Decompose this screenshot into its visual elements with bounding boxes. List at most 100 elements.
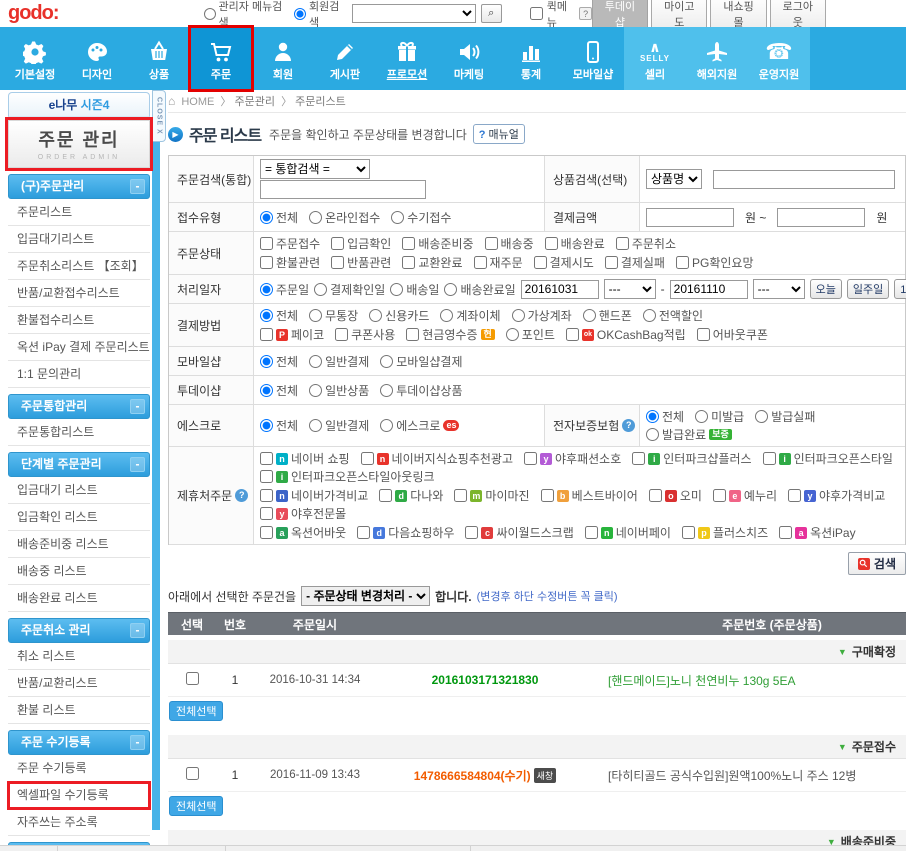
radio-option[interactable]: 배송일 — [390, 281, 439, 298]
radio-input[interactable] — [512, 309, 525, 322]
checkbox-option[interactable]: a옥션iPay — [779, 524, 855, 541]
radio-option[interactable]: 수기접수 — [391, 209, 451, 226]
check-input[interactable] — [465, 526, 478, 539]
radio-option[interactable]: 계좌이체 — [440, 307, 500, 324]
radio-input[interactable] — [440, 309, 453, 322]
check-input[interactable] — [545, 237, 558, 250]
radio-input[interactable] — [260, 309, 273, 322]
text-input[interactable] — [260, 180, 426, 199]
radio-option[interactable]: 일반상품 — [309, 382, 369, 399]
checkbox-option[interactable]: i인터파크샵플러스 — [632, 450, 751, 467]
help-icon[interactable]: ? — [235, 489, 248, 502]
quick-menu-checkbox[interactable] — [530, 7, 543, 20]
radio-input[interactable] — [380, 355, 393, 368]
check-input[interactable] — [616, 237, 629, 250]
sidebar-item[interactable]: 주문취소리스트 【조회】 — [8, 253, 150, 280]
select[interactable]: 상품명 — [646, 169, 702, 189]
order-number-link[interactable]: 1478666584804(수기) — [414, 769, 531, 783]
sidebar-section-header[interactable]: (구)주문관리- — [8, 174, 150, 199]
radio-input[interactable] — [369, 309, 382, 322]
checkbox-option[interactable]: 결제실패 — [605, 254, 665, 271]
sidebar-section-header[interactable]: 주문 수기등록- — [8, 730, 150, 755]
nav-item-cart[interactable]: 주문 — [190, 27, 252, 90]
checkbox-option[interactable]: 환불관련 — [260, 254, 320, 271]
nav-item-selly[interactable]: ∧SELLY셀리 — [624, 27, 686, 90]
checkbox-option[interactable]: i인터파크오픈스타일 — [763, 450, 893, 467]
nav-item-mobile[interactable]: 모바일샵 — [562, 27, 624, 90]
sidebar-item[interactable]: 배송중 리스트 — [8, 558, 150, 585]
radio-option[interactable]: 가상계좌 — [512, 307, 572, 324]
checkbox-option[interactable]: P페이코 — [260, 326, 324, 343]
checkbox-option[interactable]: n네이버가격비교 — [260, 487, 368, 504]
sidebar-section-header[interactable]: 주문취소 관리- — [8, 618, 150, 643]
sidebar-item[interactable]: 배송완료 리스트 — [8, 585, 150, 612]
order-status-change-select[interactable]: - 주문상태 변경처리 - — [301, 586, 430, 606]
check-input[interactable] — [697, 328, 710, 341]
radio-option[interactable]: 발급실패 — [755, 408, 815, 425]
order-product-link[interactable]: [타히티골드 공식수입원]원액100%노니 주스 12병 — [594, 767, 906, 784]
check-input[interactable] — [260, 526, 273, 539]
checkbox-option[interactable]: y야후가격비교 — [788, 487, 885, 504]
check-input[interactable] — [632, 452, 645, 465]
radio-input[interactable] — [260, 419, 273, 432]
check-input[interactable] — [566, 328, 579, 341]
check-input[interactable] — [379, 489, 392, 502]
checkbox-option[interactable]: d다나와 — [379, 487, 443, 504]
check-input[interactable] — [357, 526, 370, 539]
check-input[interactable] — [331, 256, 344, 269]
text-input[interactable] — [777, 208, 865, 227]
sidebar-item[interactable]: 옥션 iPay 결제 주문리스트 — [8, 334, 150, 361]
radio-option[interactable]: 핸드폰 — [583, 307, 632, 324]
sidebar-item[interactable]: 환불 리스트 — [8, 697, 150, 724]
sidebar-item[interactable]: 입금대기 리스트 — [8, 477, 150, 504]
radio-input[interactable] — [260, 384, 273, 397]
sidebar-item[interactable]: 반품/교환접수리스트 — [8, 280, 150, 307]
check-input[interactable] — [474, 256, 487, 269]
sidebar-item[interactable]: 환불접수리스트 — [8, 307, 150, 334]
check-input[interactable] — [788, 489, 801, 502]
sidebar-item[interactable]: 주문통합리스트 — [8, 419, 150, 446]
checkbox-option[interactable]: c싸이월드스크랩 — [465, 524, 573, 541]
checkbox-option[interactable]: okOKCashBag적립 — [566, 326, 686, 343]
radio-input[interactable] — [506, 328, 519, 341]
text-input[interactable] — [646, 208, 734, 227]
checkbox-option[interactable]: b베스트바이어 — [541, 487, 638, 504]
select[interactable]: = 통합검색 = — [260, 159, 370, 179]
radio-option[interactable]: 전체 — [646, 408, 684, 425]
sidebar-item[interactable]: 엑셀파일 수기등록 — [8, 782, 150, 809]
checkbox-option[interactable]: m마이마진 — [454, 487, 529, 504]
nav-item-chart[interactable]: 통계 — [500, 27, 562, 90]
header-search-select[interactable] — [352, 4, 475, 23]
sidebar-item[interactable]: 배송준비중 리스트 — [8, 531, 150, 558]
member-search-radio[interactable]: 회원검색 — [294, 0, 347, 30]
radio-input[interactable] — [309, 384, 322, 397]
radio-input[interactable] — [309, 355, 322, 368]
radio-option[interactable]: 에스크로es — [380, 417, 459, 434]
sidebar-item[interactable]: 주문리스트 — [8, 199, 150, 226]
check-input[interactable] — [402, 256, 415, 269]
checkbox-option[interactable]: a옥션어바웃 — [260, 524, 346, 541]
radio-option[interactable]: 일반결제 — [309, 353, 369, 370]
checkbox-option[interactable]: i인터파크오픈스타일아웃링크 — [260, 468, 435, 485]
check-input[interactable] — [402, 237, 415, 250]
radio-option[interactable]: 전체 — [260, 382, 298, 399]
radio-input[interactable] — [583, 309, 596, 322]
header-search-button[interactable]: ⌕ — [481, 4, 502, 23]
checkbox-option[interactable]: y야후전문몰 — [260, 505, 346, 522]
manual-button[interactable]: ? 매뉴얼 — [473, 124, 525, 144]
date-range-button[interactable]: 일주일 — [847, 279, 889, 299]
check-input[interactable] — [649, 489, 662, 502]
radio-option[interactable]: 전체 — [260, 417, 298, 434]
checkbox-option[interactable]: 입금확인 — [331, 235, 391, 252]
checkbox-option[interactable]: PG확인요망 — [676, 254, 754, 271]
check-input[interactable] — [605, 256, 618, 269]
check-input[interactable] — [485, 237, 498, 250]
nav-item-speaker[interactable]: 마케팅 — [438, 27, 500, 90]
radio-option[interactable]: 미발급 — [695, 408, 744, 425]
text-input[interactable] — [521, 280, 599, 299]
radio-input[interactable] — [643, 309, 656, 322]
sidebar-item[interactable]: 주문 수기등록 — [8, 755, 150, 782]
radio-option[interactable]: 주문일 — [260, 281, 309, 298]
order-row-checkbox[interactable] — [186, 672, 199, 685]
radio-option[interactable]: 무통장 — [309, 307, 358, 324]
